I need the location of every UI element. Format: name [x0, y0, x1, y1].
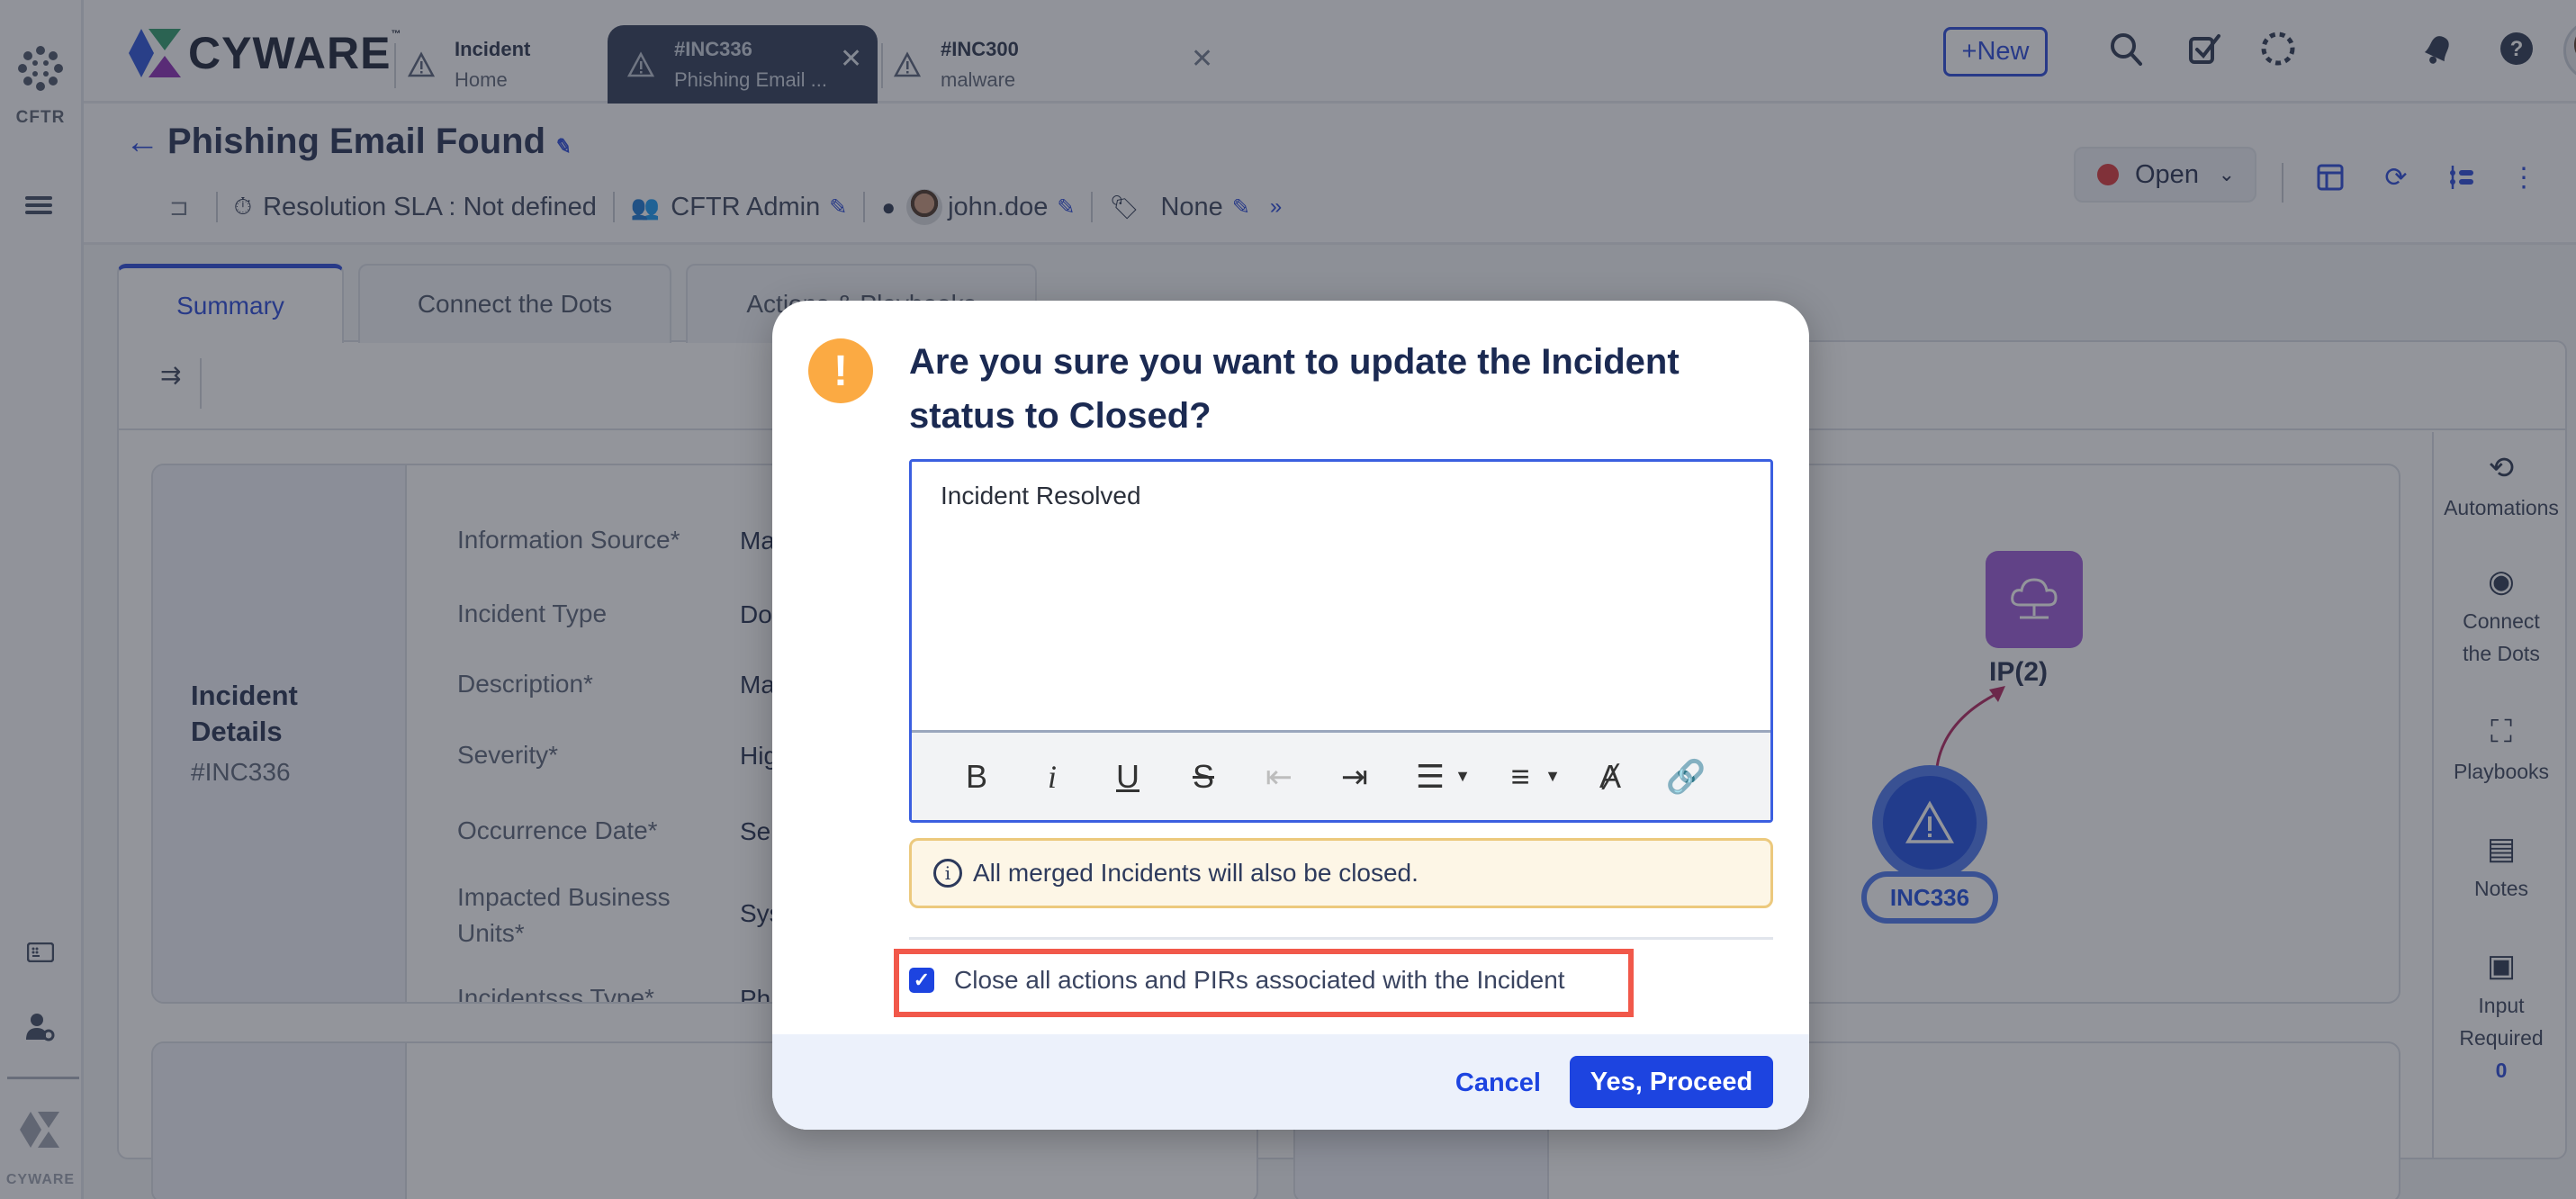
notice-text: All merged Incidents will also be closed… [973, 859, 1419, 887]
close-actions-checkbox[interactable]: ✓ [909, 968, 934, 993]
modal-footer: Cancel Yes, Proceed [772, 1034, 1809, 1130]
clear-format-icon[interactable]: Ⱥ [1572, 750, 1648, 804]
proceed-button[interactable]: Yes, Proceed [1570, 1056, 1773, 1108]
confirm-close-modal: ! Are you sure you want to update the In… [772, 301, 1809, 1130]
merged-notice: i All merged Incidents will also be clos… [909, 838, 1773, 908]
italic-icon[interactable]: i [1014, 750, 1090, 804]
indent-icon[interactable]: ⇥ [1317, 750, 1392, 804]
info-icon: i [933, 859, 962, 888]
underline-icon[interactable]: U [1090, 750, 1166, 804]
strikethrough-icon[interactable]: S [1166, 750, 1241, 804]
outdent-icon[interactable]: ⇤ [1241, 750, 1317, 804]
editor-content[interactable]: Incident Resolved [941, 482, 1141, 510]
editor-toolbar: B i U S ⇤ ⇥ ☰ ▼ ≡ ▼ Ⱥ 🔗 [912, 730, 1770, 820]
link-icon[interactable]: 🔗 [1648, 750, 1724, 804]
exclamation-warning-icon: ! [808, 338, 873, 403]
bold-icon[interactable]: B [939, 750, 1014, 804]
comment-editor[interactable]: Incident Resolved B i U S ⇤ ⇥ ☰ ▼ ≡ ▼ Ⱥ … [909, 459, 1773, 823]
modal-title: Are you sure you want to update the Inci… [909, 342, 1680, 436]
checkbox-label[interactable]: Close all actions and PIRs associated wi… [954, 966, 1565, 995]
modal-divider [909, 937, 1773, 940]
cancel-button[interactable]: Cancel [1455, 1068, 1541, 1098]
ordered-list-dropdown-icon[interactable]: ▼ [1452, 750, 1473, 804]
close-actions-checkbox-row[interactable]: ✓ Close all actions and PIRs associated … [909, 966, 1565, 995]
bullet-list-dropdown-icon[interactable]: ▼ [1542, 750, 1563, 804]
